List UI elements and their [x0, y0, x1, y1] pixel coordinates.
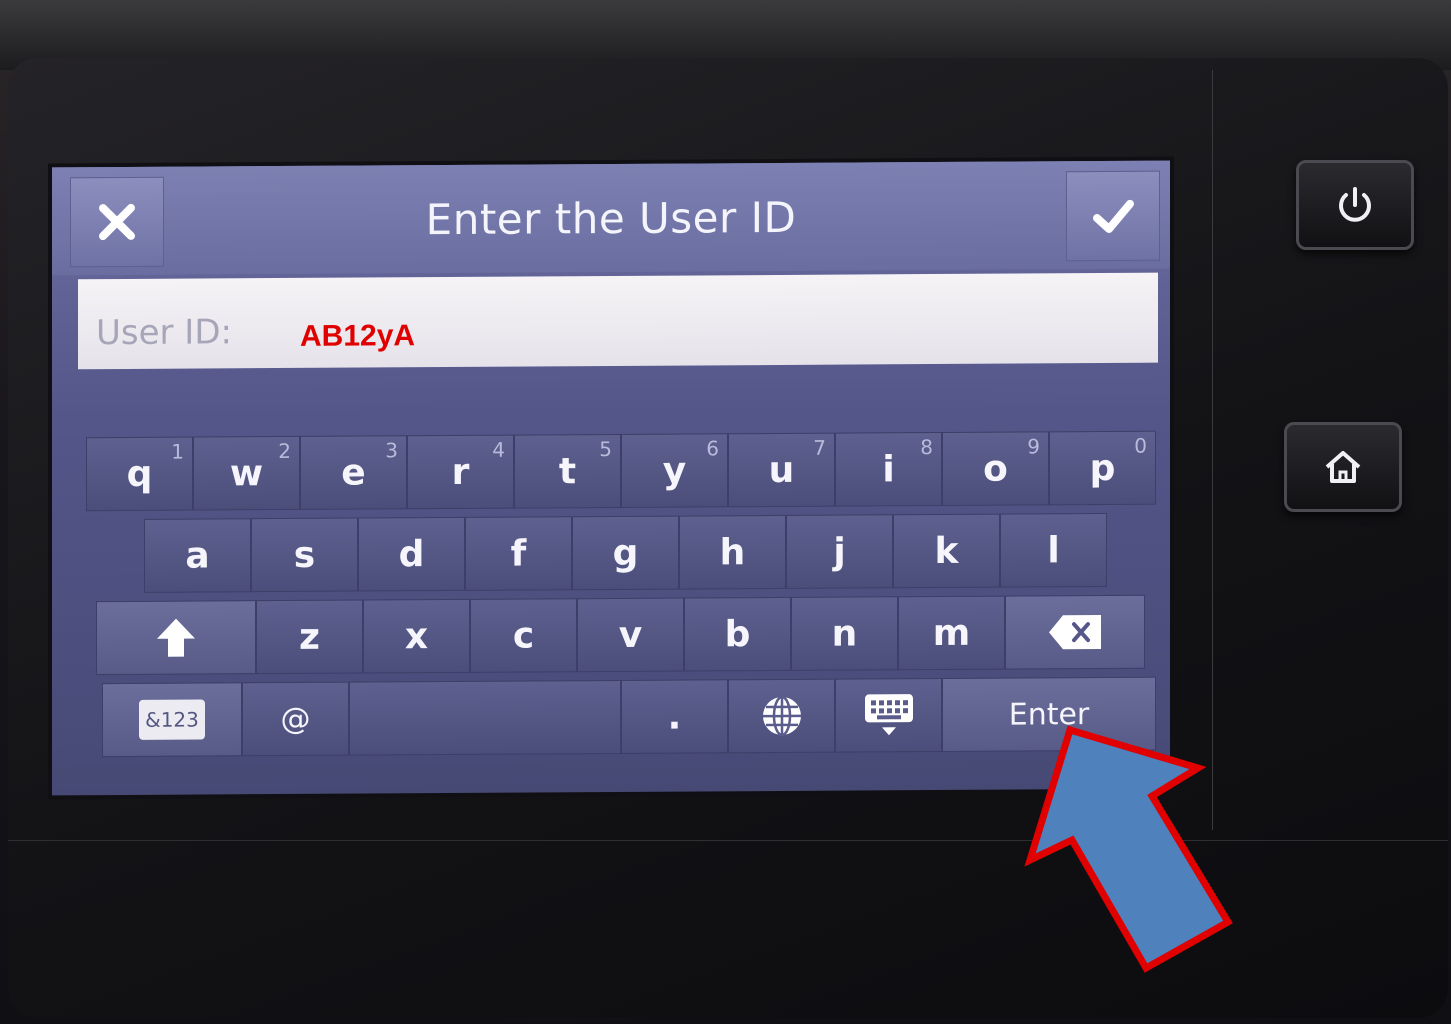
checkmark-icon [1093, 199, 1134, 233]
key-f[interactable]: f [465, 516, 572, 591]
key-o[interactable]: o9 [942, 431, 1049, 506]
key-b[interactable]: b [684, 596, 791, 672]
user-id-value: AB12yA [300, 319, 416, 353]
key-c[interactable]: c [470, 598, 577, 673]
key-v[interactable]: v [577, 597, 684, 673]
key-t[interactable]: t5 [514, 433, 621, 509]
key-q[interactable]: q1 [86, 436, 193, 512]
onscreen-keyboard: q1 w2 e3 r4 t5 y6 u7 i8 o9 p0 a s d f g … [86, 430, 1156, 768]
symbols-key[interactable]: &123 [102, 682, 242, 758]
enter-key[interactable]: Enter [942, 676, 1156, 752]
key-e[interactable]: e3 [300, 435, 407, 510]
shift-key[interactable] [96, 600, 256, 676]
key-g[interactable]: g [572, 515, 679, 591]
key-z[interactable]: z [256, 599, 363, 675]
backspace-icon [1049, 615, 1101, 650]
symbols-label: &123 [139, 699, 205, 740]
key-n[interactable]: n [791, 596, 898, 671]
key-i[interactable]: i8 [835, 431, 942, 507]
period-key[interactable]: . [621, 679, 728, 754]
hide-keyboard-key[interactable] [835, 677, 942, 753]
user-id-label: User ID: [96, 312, 232, 354]
backspace-key[interactable] [1005, 594, 1145, 670]
dialog-titlebar: Enter the User ID [52, 160, 1170, 276]
key-d[interactable]: d [358, 516, 465, 592]
confirm-button[interactable] [1066, 170, 1160, 262]
key-r[interactable]: r4 [407, 434, 514, 510]
close-button[interactable] [70, 176, 164, 268]
key-x[interactable]: x [363, 598, 470, 674]
language-key[interactable] [728, 678, 835, 754]
user-id-field[interactable]: User ID: AB12yA [78, 272, 1158, 370]
key-m[interactable]: m [898, 595, 1005, 671]
at-key[interactable]: @ [242, 681, 349, 757]
home-button[interactable] [1284, 422, 1402, 512]
panel-lower-edge [8, 840, 1448, 841]
key-y[interactable]: y6 [621, 433, 728, 508]
close-icon [99, 203, 135, 241]
power-button[interactable] [1296, 160, 1414, 250]
key-h[interactable]: h [679, 514, 786, 590]
key-a[interactable]: a [144, 518, 251, 593]
space-key[interactable] [349, 679, 621, 756]
globe-icon [762, 695, 801, 737]
power-icon [1339, 187, 1371, 222]
dialog-title: Enter the User ID [425, 192, 797, 245]
key-s[interactable]: s [251, 517, 358, 593]
panel-divider [1212, 70, 1213, 830]
home-icon [1325, 451, 1361, 483]
shift-arrow-icon [157, 618, 195, 657]
key-l[interactable]: l [1000, 512, 1107, 588]
key-u[interactable]: u7 [728, 432, 835, 508]
key-p[interactable]: p0 [1049, 430, 1156, 506]
key-k[interactable]: k [893, 513, 1000, 589]
keyboard-hide-icon [864, 694, 913, 736]
key-j[interactable]: j [786, 514, 893, 589]
touchscreen: Enter the User ID User ID: AB12yA q1 w2 … [52, 160, 1170, 796]
key-w[interactable]: w2 [193, 435, 300, 511]
